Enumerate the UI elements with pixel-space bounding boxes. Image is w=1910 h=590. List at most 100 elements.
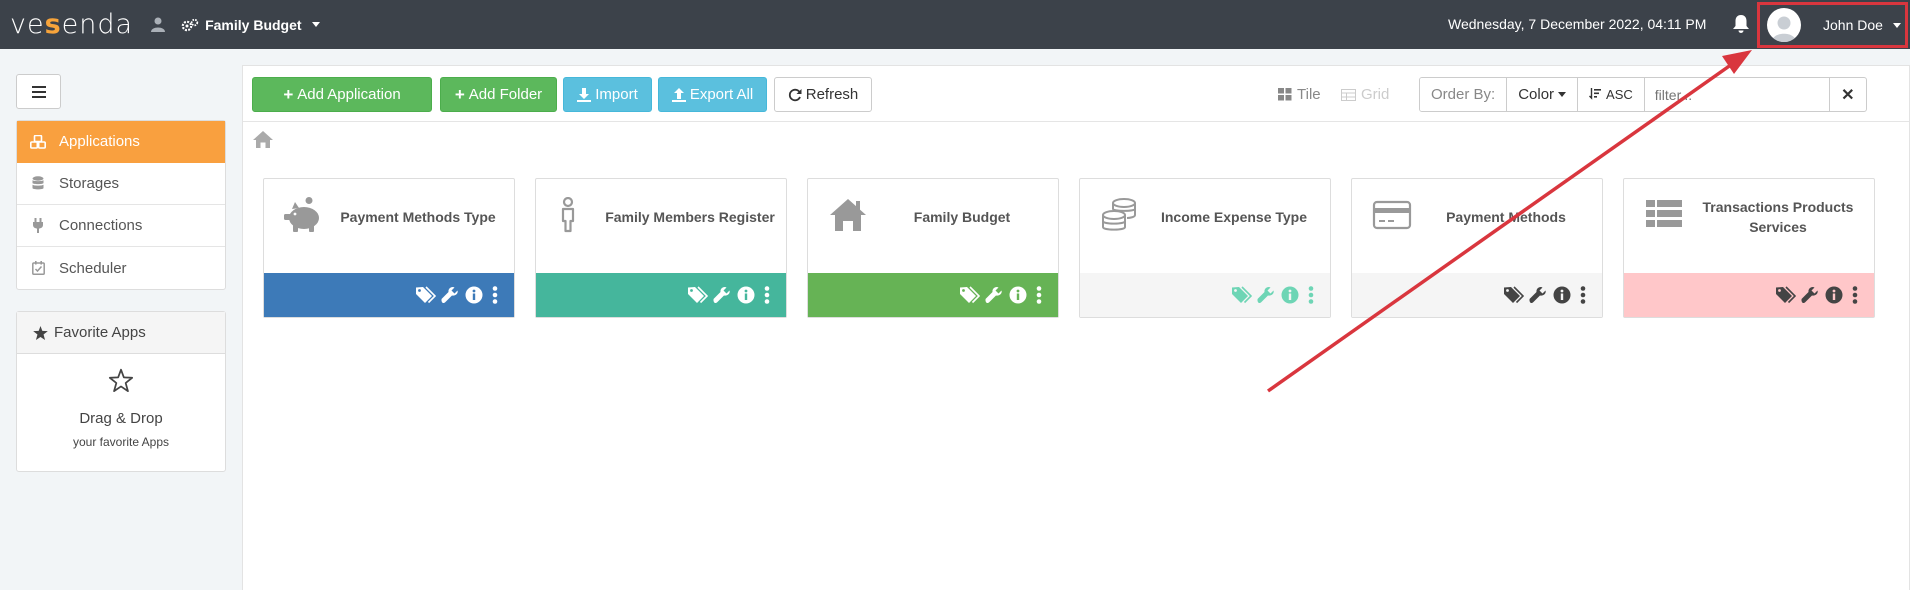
app-switcher-dropdown[interactable]: Family Budget <box>181 17 320 33</box>
vesenda-logo[interactable]: ve s enda <box>10 9 133 40</box>
home-icon <box>828 197 868 233</box>
plus-icon: + <box>454 84 465 104</box>
table-icon <box>1341 88 1356 101</box>
info-icon[interactable] <box>464 285 484 305</box>
tile-action-bar <box>1352 273 1602 317</box>
user-menu-dropdown[interactable]: John Doe <box>1757 2 1908 48</box>
tags-icon[interactable] <box>688 285 708 305</box>
th-large-icon <box>1278 88 1292 101</box>
app-tile[interactable]: Family Members Register <box>535 178 787 318</box>
tags-icon[interactable] <box>1232 285 1252 305</box>
sort-direction-button[interactable]: ASC <box>1578 78 1645 111</box>
cubes-icon <box>29 134 47 150</box>
tags-icon[interactable] <box>1776 285 1796 305</box>
add-application-button[interactable]: + Add Application <box>252 77 432 112</box>
main-panel: + Add Application + Add Folder Import Ex… <box>242 65 1910 590</box>
tile-name: Payment Methods <box>1446 209 1566 225</box>
wrench-icon[interactable] <box>712 285 732 305</box>
calendar-check-icon <box>29 260 47 276</box>
more-vertical-icon[interactable] <box>1848 285 1862 305</box>
tile-view-toggle[interactable]: Tile <box>1278 86 1321 103</box>
tags-icon[interactable] <box>960 285 980 305</box>
tile-action-bar <box>808 273 1058 317</box>
tile-body: Family Budget <box>808 179 1058 274</box>
more-vertical-icon[interactable] <box>760 285 774 305</box>
wrench-icon[interactable] <box>440 285 460 305</box>
bell-icon[interactable] <box>1732 14 1750 34</box>
home-icon <box>253 131 273 148</box>
info-icon[interactable] <box>1552 285 1572 305</box>
app-tile[interactable]: Transactions Products Services <box>1623 178 1875 318</box>
tile-action-bar <box>1624 273 1874 317</box>
logo-text-start: ve <box>10 9 45 40</box>
wrench-icon[interactable] <box>1528 285 1548 305</box>
tile-name: Transactions Products Services <box>1702 199 1854 235</box>
more-vertical-icon[interactable] <box>1576 285 1590 305</box>
user-name: John Doe <box>1823 17 1883 33</box>
filter-input[interactable] <box>1644 78 1830 111</box>
wrench-icon[interactable] <box>1256 285 1276 305</box>
info-icon[interactable] <box>1824 285 1844 305</box>
logo-text-end: enda <box>61 9 134 40</box>
more-vertical-icon[interactable] <box>488 285 502 305</box>
sidebar-item-applications[interactable]: Applications <box>17 121 225 163</box>
credit-card-icon <box>1372 197 1412 233</box>
sidebar-nav: Applications Storages Connections Schedu… <box>16 120 226 290</box>
current-datetime: Wednesday, 7 December 2022, 04:11 PM <box>1448 16 1707 32</box>
info-icon[interactable] <box>1280 285 1300 305</box>
avatar <box>1767 8 1801 42</box>
favorite-apps-drop-zone[interactable]: Drag & Drop your favorite Apps <box>17 354 225 449</box>
star-outline-icon <box>108 368 134 392</box>
piggy-bank-icon <box>284 197 324 233</box>
grid-view-toggle[interactable]: Grid <box>1341 86 1389 103</box>
sort-direction-label: ASC <box>1606 87 1633 102</box>
button-label: Refresh <box>805 86 859 103</box>
button-label: Add Application <box>297 86 401 103</box>
breadcrumb-home[interactable] <box>253 131 275 151</box>
export-all-button[interactable]: Export All <box>658 77 767 112</box>
menu-toggle-button[interactable] <box>16 74 61 109</box>
app-tile[interactable]: Payment Methods <box>1351 178 1603 318</box>
info-icon[interactable] <box>1008 285 1028 305</box>
favorite-apps-panel: Favorite Apps Drag & Drop your favorite … <box>16 311 226 472</box>
top-bar: ve s enda Family Budget Wednesday, 7 Decem… <box>0 0 1910 49</box>
clear-filter-button[interactable]: ✕ <box>1830 78 1866 111</box>
info-icon[interactable] <box>736 285 756 305</box>
logo-text-accent: s <box>44 9 62 40</box>
order-filter-group: Order By: Color ASC ✕ <box>1419 77 1867 112</box>
refresh-button[interactable]: Refresh <box>774 77 872 112</box>
view-toggle-label: Tile <box>1297 86 1321 103</box>
more-vertical-icon[interactable] <box>1304 285 1318 305</box>
close-icon: ✕ <box>1841 86 1855 104</box>
tags-icon[interactable] <box>1504 285 1524 305</box>
tile-action-bar <box>264 273 514 317</box>
sidebar-item-label: Connections <box>59 217 143 234</box>
favorite-apps-title: Favorite Apps <box>54 324 146 341</box>
add-folder-button[interactable]: + Add Folder <box>440 77 557 112</box>
app-tile[interactable]: Income Expense Type <box>1079 178 1331 318</box>
app-tile[interactable]: Payment Methods Type <box>263 178 515 318</box>
coins-icon <box>1100 197 1140 233</box>
cogs-icon <box>181 18 199 31</box>
wrench-icon[interactable] <box>1800 285 1820 305</box>
download-icon <box>577 87 592 102</box>
import-button[interactable]: Import <box>563 77 652 112</box>
button-label: Add Folder <box>468 86 543 103</box>
tile-name: Payment Methods Type <box>340 209 496 225</box>
tile-body: Payment Methods <box>1352 179 1602 274</box>
tile-body: Family Members Register <box>536 179 786 274</box>
tags-icon[interactable] <box>416 285 436 305</box>
wrench-icon[interactable] <box>984 285 1004 305</box>
sort-amount-icon <box>1589 88 1602 100</box>
app-tile[interactable]: Family Budget <box>807 178 1059 318</box>
sidebar-item-label: Storages <box>59 175 120 192</box>
more-vertical-icon[interactable] <box>1032 285 1046 305</box>
order-by-dropdown[interactable]: Color <box>1507 78 1579 111</box>
upload-icon <box>671 87 686 102</box>
tile-action-bar <box>536 273 786 317</box>
sidebar-item-storages[interactable]: Storages <box>17 163 225 205</box>
sidebar-item-connections[interactable]: Connections <box>17 205 225 247</box>
sidebar-item-scheduler[interactable]: Scheduler <box>17 247 225 289</box>
user-icon[interactable] <box>151 17 167 33</box>
sidebar-item-label: Applications <box>59 133 140 150</box>
